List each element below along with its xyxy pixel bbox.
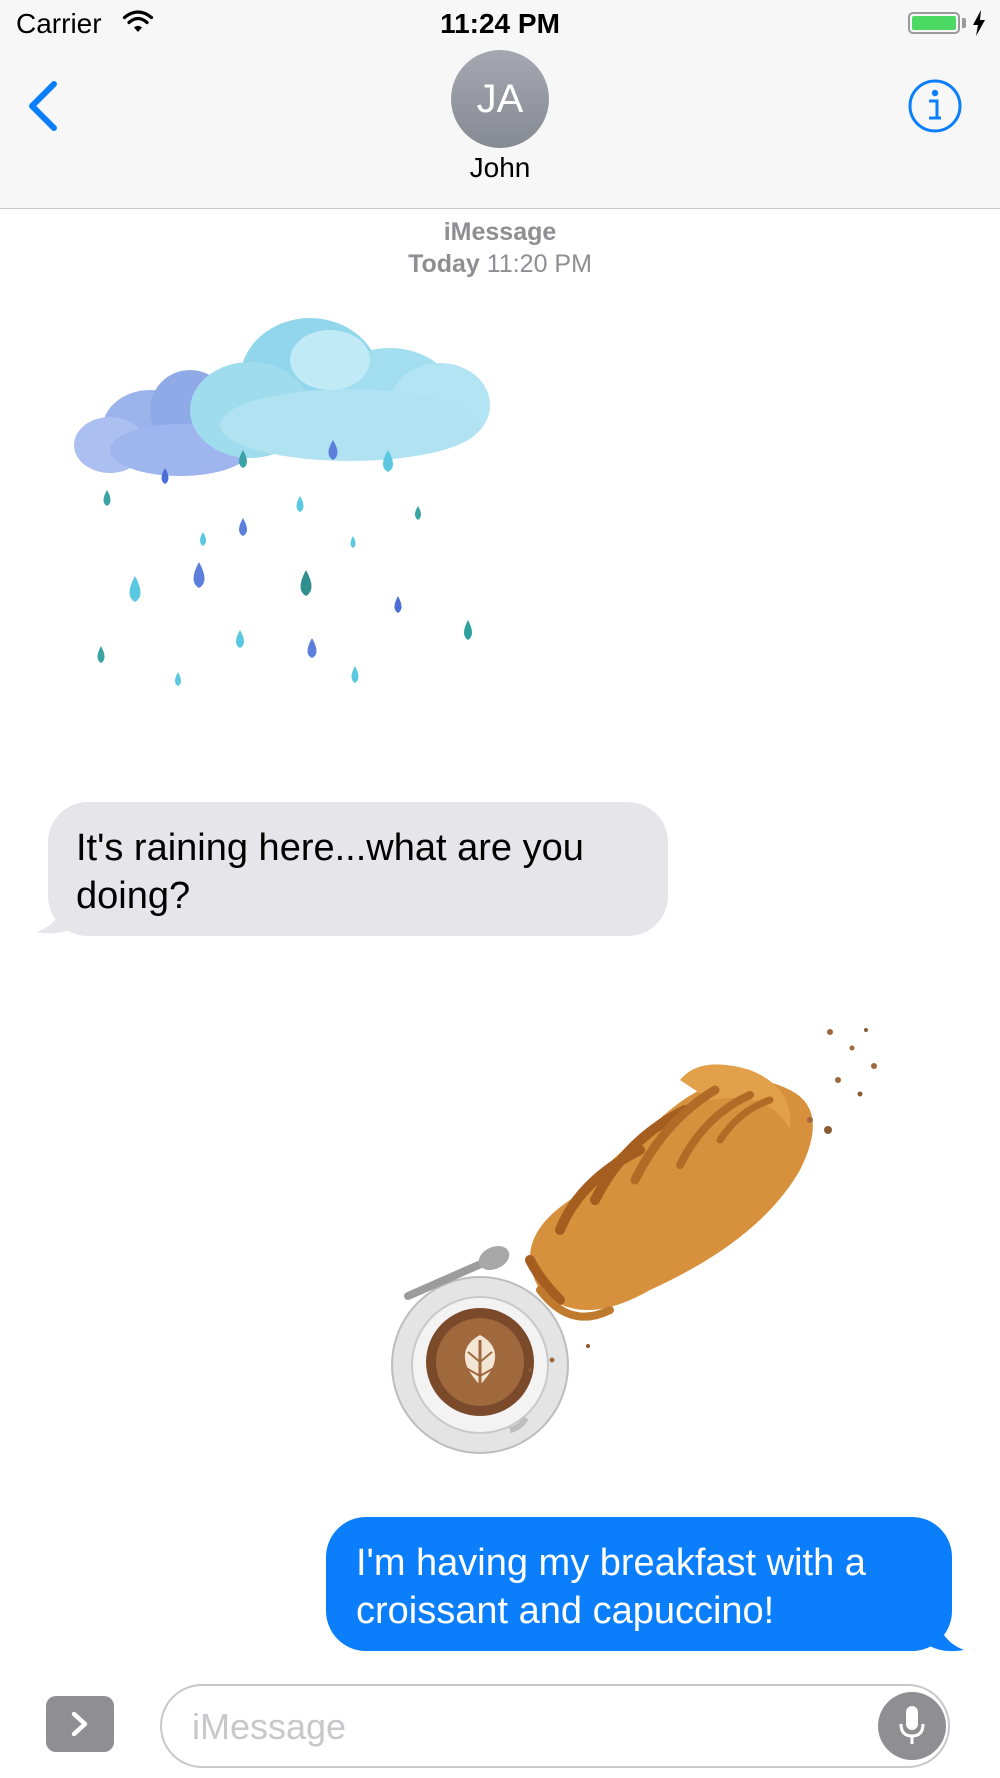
timestamp-line: Today 11:20 PM bbox=[0, 250, 1000, 279]
charging-bolt-icon bbox=[973, 10, 985, 36]
battery-fill bbox=[912, 16, 956, 30]
service-label: iMessage bbox=[443, 218, 557, 246]
message-input[interactable] bbox=[190, 1696, 834, 1758]
contact-name[interactable]: John bbox=[0, 152, 1000, 184]
compose-bar bbox=[0, 1664, 1000, 1778]
status-bar: Carrier 11:24 PM bbox=[0, 0, 1000, 50]
rain-cloud-sticker[interactable] bbox=[50, 300, 520, 780]
battery-icon bbox=[908, 12, 960, 34]
chevron-left-icon bbox=[29, 81, 57, 131]
microphone-button[interactable] bbox=[878, 1692, 946, 1760]
info-icon bbox=[908, 79, 962, 133]
battery-tip bbox=[962, 18, 966, 28]
outgoing-message-bubble[interactable]: I'm having my breakfast with a croissant… bbox=[326, 1517, 952, 1651]
info-button[interactable] bbox=[907, 78, 963, 134]
croissant-cappuccino-sticker[interactable] bbox=[380, 990, 960, 1470]
conversation-header: JA John bbox=[0, 50, 1000, 209]
date-label: Today bbox=[408, 250, 480, 278]
back-button[interactable] bbox=[22, 78, 72, 138]
app-drawer-button[interactable] bbox=[46, 1696, 114, 1752]
microphone-icon bbox=[899, 1706, 925, 1744]
incoming-message-bubble[interactable]: It's raining here...what are you doing? bbox=[48, 802, 668, 936]
date-time: 11:20 PM bbox=[486, 250, 592, 278]
message-field bbox=[160, 1684, 950, 1768]
chevron-right-icon bbox=[71, 1711, 88, 1737]
status-time: 11:24 PM bbox=[440, 8, 560, 39]
contact-avatar[interactable]: JA bbox=[451, 50, 549, 148]
croissant-icon bbox=[517, 1028, 877, 1372]
